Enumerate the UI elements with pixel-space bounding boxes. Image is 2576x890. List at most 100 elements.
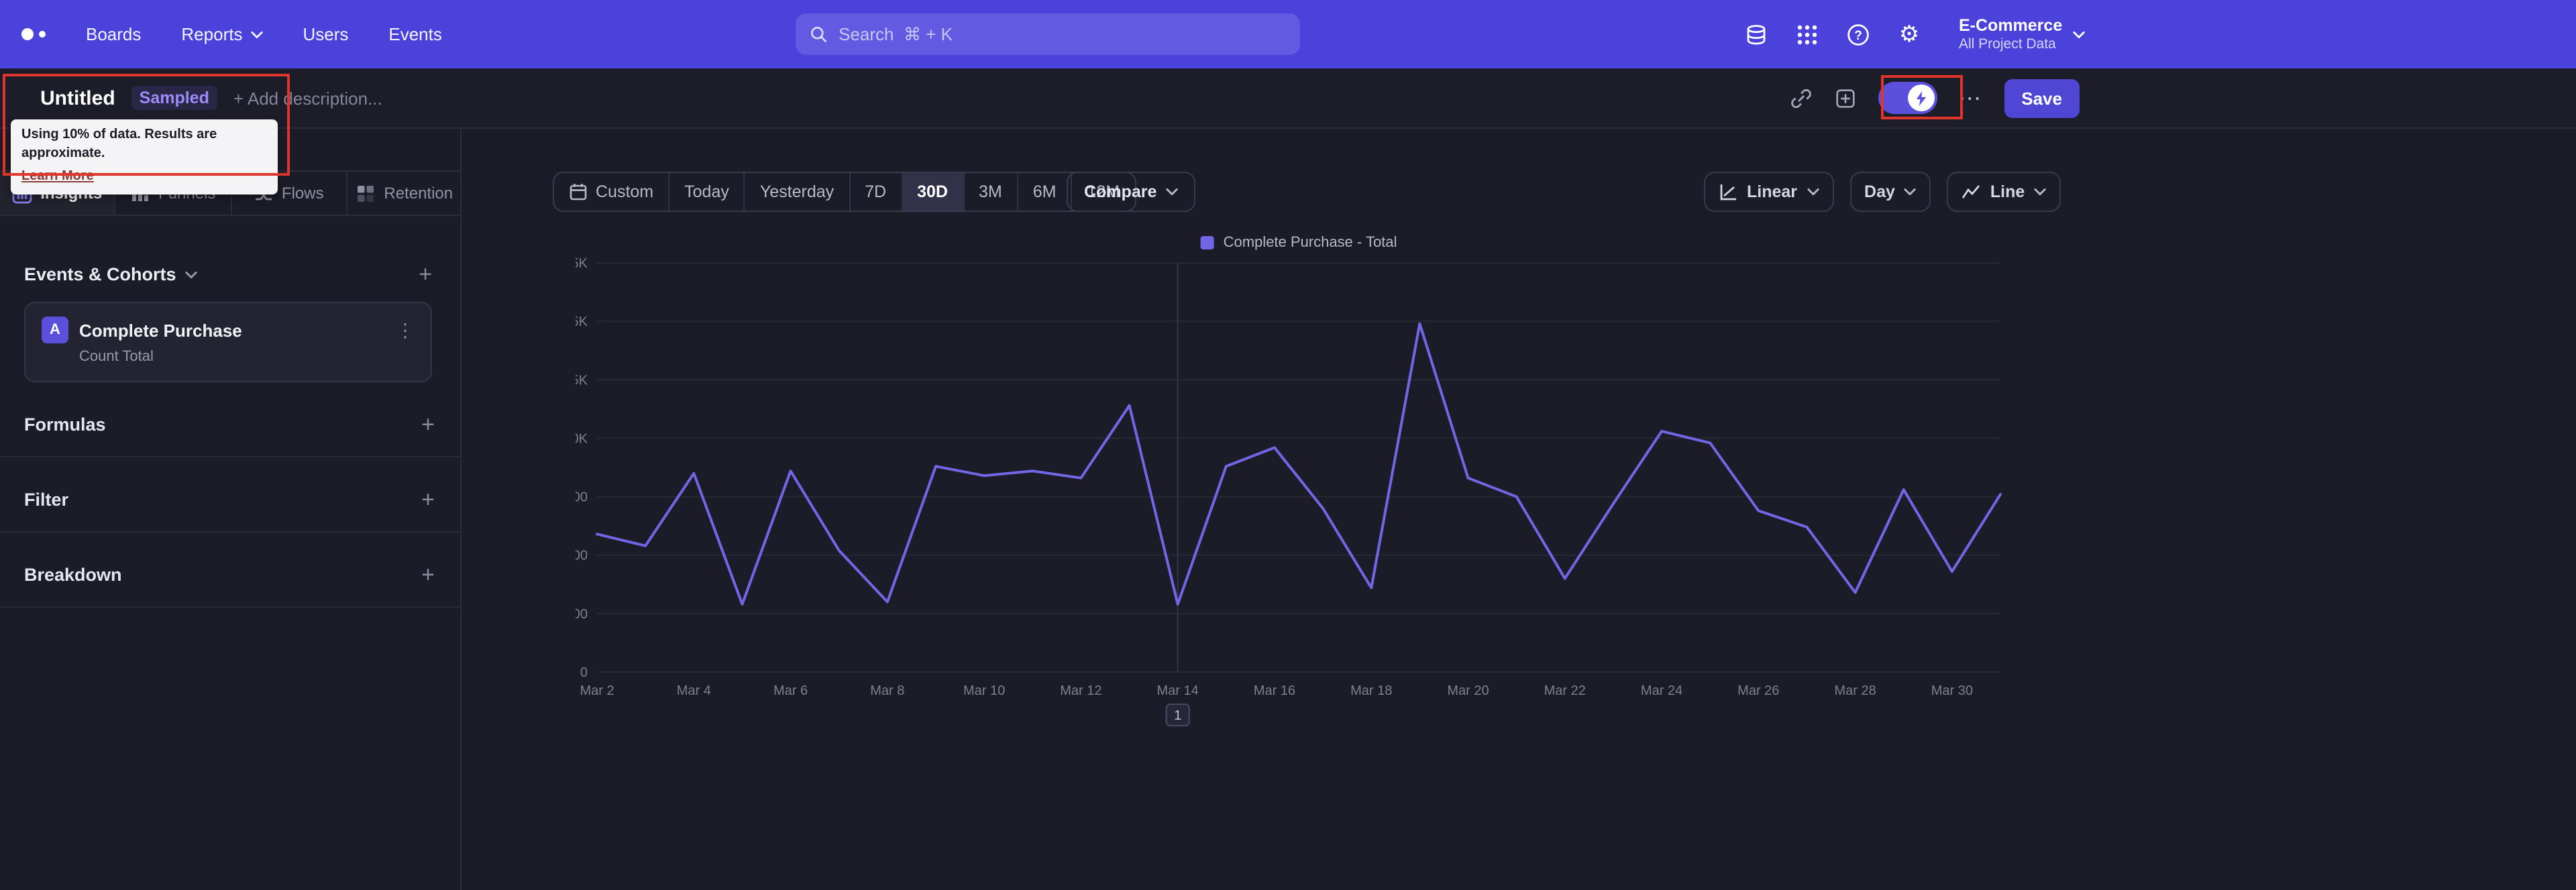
mixpanel-logo[interactable] (21, 28, 46, 40)
apps-grid-icon[interactable] (1795, 22, 1819, 46)
svg-text:Mar 22: Mar 22 (1544, 683, 1586, 698)
range-yesterday[interactable]: Yesterday (745, 173, 851, 211)
section-formulas: Formulas + (0, 393, 462, 457)
range-label: 6M (1032, 182, 1057, 201)
calendar-icon (570, 184, 587, 201)
svg-text:Mar 10: Mar 10 (963, 683, 1005, 698)
report-header-bar: Untitled Sampled + Add description... ⋯ … (0, 68, 2576, 129)
project-subtitle: All Project Data (1959, 36, 2056, 52)
report-actions: ⋯ Save (1789, 68, 2080, 127)
chart-type-dropdown-line[interactable]: Line (1947, 172, 2061, 212)
data-management-icon[interactable] (1744, 22, 1768, 46)
scale-dropdown-linear[interactable]: Linear (1704, 172, 1834, 212)
legend-label: Complete Purchase - Total (1223, 235, 1397, 251)
legend-swatch (1200, 236, 1214, 249)
search-input[interactable] (839, 24, 1287, 44)
save-button[interactable]: Save (2004, 78, 2080, 117)
view-label: Linear (1747, 182, 1798, 201)
mixpanel-app: Boards Reports Users Events Search ⌘ + K… (0, 0, 2576, 890)
svg-text:7,500: 7,500 (576, 490, 588, 505)
range-label: 30D (917, 182, 948, 201)
add-filter-button[interactable]: + (421, 488, 435, 511)
events-cohorts-header: Events & Cohorts + (24, 263, 432, 286)
add-description[interactable]: + Add description... (233, 88, 382, 108)
more-menu-icon[interactable]: ⋯ (1958, 87, 1982, 109)
compare-dropdown[interactable]: Compare (1067, 172, 1196, 212)
nav-label: Reports (181, 24, 243, 44)
search-icon (810, 26, 827, 42)
nav-item-boards[interactable]: Boards (86, 24, 141, 44)
chevron-down-icon (250, 30, 263, 38)
kebab-menu-icon[interactable]: ⋮ (396, 319, 415, 341)
chart-legend[interactable]: Complete Purchase - Total (1200, 235, 1397, 251)
primary-nav: Boards Reports Users Events (86, 24, 442, 44)
tab-label: Flows (281, 184, 324, 203)
sampling-tooltip: Using 10% of data. Results are approxima… (11, 119, 278, 194)
learn-more-link[interactable]: Learn More (21, 169, 94, 184)
svg-text:12.5K: 12.5K (576, 373, 588, 388)
sampling-toggle[interactable] (1878, 82, 1937, 114)
retention-icon (358, 185, 374, 201)
svg-text:Mar 28: Mar 28 (1834, 683, 1876, 698)
range-custom[interactable]: Custom (554, 173, 670, 211)
compare-label: Compare (1084, 182, 1157, 201)
svg-text:5,000: 5,000 (576, 549, 588, 563)
granularity-dropdown-day[interactable]: Day (1849, 172, 1931, 212)
svg-text:Mar 26: Mar 26 (1737, 683, 1779, 698)
add-breakdown-button[interactable]: + (421, 563, 435, 586)
section-label: Filter (24, 490, 69, 510)
svg-text:0: 0 (580, 665, 588, 680)
report-title[interactable]: Untitled (40, 87, 115, 109)
section-filter: Filter + (0, 468, 462, 533)
svg-text:Mar 8: Mar 8 (870, 683, 904, 698)
chevron-down-icon (1166, 188, 1179, 196)
help-icon[interactable]: ? (1846, 22, 1870, 46)
range-label: Today (684, 182, 729, 201)
add-formula-button[interactable]: + (421, 413, 435, 436)
svg-text:1: 1 (1174, 708, 1181, 723)
add-event-button[interactable]: + (419, 263, 432, 286)
report-title-group: Untitled Sampled + Add description... (40, 68, 382, 127)
global-search[interactable] (796, 13, 1300, 55)
view-label: Line (1990, 182, 2025, 201)
share-link-icon[interactable] (1789, 87, 1812, 109)
chevron-down-icon (1904, 188, 1917, 196)
svg-text:15K: 15K (576, 315, 588, 329)
range-label: Custom (596, 182, 654, 201)
svg-text:Mar 4: Mar 4 (677, 683, 711, 698)
chevron-down-icon (1807, 188, 1819, 196)
line-chart-icon (1962, 185, 1980, 199)
range-30d[interactable]: 30D (902, 173, 964, 211)
range-3m[interactable]: 3M (964, 173, 1018, 211)
range-6m[interactable]: 6M (1018, 173, 1073, 211)
chevron-down-icon[interactable] (185, 270, 198, 278)
chevron-down-icon (2073, 30, 2085, 38)
report-main: Custom Today Yesterday 7D 30D 3M 6M 12M … (462, 129, 2576, 890)
tab-retention[interactable]: Retention (347, 172, 462, 215)
tab-label: Retention (384, 184, 453, 203)
event-card[interactable]: A Complete Purchase ⋮ Count Total (24, 302, 432, 382)
range-today[interactable]: Today (669, 173, 745, 211)
insights-line-chart: 0 2,500 5,000 7,500 10K 12.5K 15K 17.5K Mar 2 Mar… (576, 256, 2002, 726)
section-label: Formulas (24, 414, 106, 435)
section-label: Breakdown (24, 565, 122, 585)
svg-text:Mar 24: Mar 24 (1641, 683, 1682, 698)
nav-label: Boards (86, 24, 142, 44)
range-label: 7D (865, 182, 887, 201)
nav-item-reports[interactable]: Reports (181, 24, 263, 44)
settings-gear-icon[interactable]: ⚙ (1897, 22, 1921, 46)
chart-view-controls: Linear Day Line (1704, 172, 2061, 212)
nav-item-users[interactable]: Users (303, 24, 348, 44)
add-to-board-icon[interactable] (1833, 87, 1856, 109)
events-cohorts-label[interactable]: Events & Cohorts (24, 264, 176, 284)
svg-text:Mar 2: Mar 2 (580, 683, 614, 698)
range-7d[interactable]: 7D (850, 173, 903, 211)
project-selector[interactable]: E-Commerce All Project Data (1959, 15, 2085, 52)
date-range-segmented-control: Custom Today Yesterday 7D 30D 3M 6M 12M (553, 172, 1136, 212)
event-metric[interactable]: Count Total (25, 343, 431, 365)
event-name[interactable]: Complete Purchase (79, 320, 242, 340)
nav-item-events[interactable]: Events (388, 24, 442, 44)
report-sidebar: Insights Funnels Flows (0, 129, 462, 890)
sampled-badge[interactable]: Sampled (131, 86, 217, 110)
range-label: Yesterday (759, 182, 835, 201)
